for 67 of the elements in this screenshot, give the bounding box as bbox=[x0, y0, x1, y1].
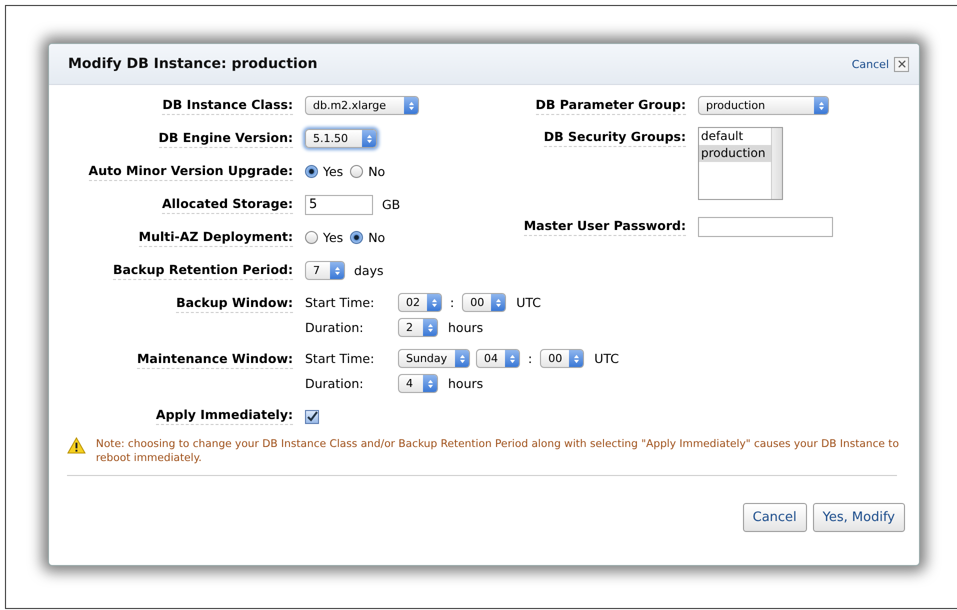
dialog-button[interactable]: Cancel bbox=[742, 503, 807, 532]
dropdown[interactable]: 2 bbox=[398, 318, 438, 337]
stepper-icon bbox=[362, 130, 376, 147]
unit-label: UTC bbox=[594, 351, 619, 366]
field-label: DB Engine Version: bbox=[158, 128, 293, 148]
colon-separator: : bbox=[527, 351, 534, 366]
storage-input[interactable]: 5 bbox=[305, 194, 373, 214]
stepper-icon bbox=[814, 97, 828, 114]
field-label: DB Security Groups: bbox=[544, 127, 686, 147]
radio-label: No bbox=[368, 164, 386, 179]
colon-separator: : bbox=[449, 295, 456, 310]
unit-label: UTC bbox=[516, 295, 541, 310]
dropdown[interactable]: Sunday bbox=[398, 349, 470, 368]
stepper-icon bbox=[330, 262, 344, 279]
dropdown[interactable]: 7 bbox=[305, 261, 345, 280]
unit-label: days bbox=[354, 263, 384, 278]
radio-label: Yes bbox=[323, 164, 344, 179]
field-label: Allocated Storage: bbox=[162, 194, 293, 214]
sub-label: Duration: bbox=[305, 376, 365, 391]
stepper-icon bbox=[404, 97, 418, 114]
field-label: DB Parameter Group: bbox=[536, 95, 686, 115]
sub-label: Duration: bbox=[305, 320, 365, 335]
checkbox[interactable] bbox=[305, 410, 319, 424]
scrollbar[interactable] bbox=[771, 128, 782, 199]
dialog-button[interactable]: Yes, Modify bbox=[812, 503, 905, 532]
list-option[interactable]: production bbox=[699, 145, 771, 162]
password-input[interactable] bbox=[698, 216, 833, 236]
radio-button[interactable] bbox=[305, 165, 318, 178]
unit-label: hours bbox=[448, 376, 484, 391]
radio-label: Yes bbox=[323, 230, 344, 245]
field-label: Apply Immediately: bbox=[156, 405, 293, 425]
stepper-icon bbox=[491, 294, 506, 311]
radio-label: No bbox=[368, 230, 386, 245]
dropdown[interactable]: production bbox=[698, 96, 829, 115]
field-label: Master User Password: bbox=[524, 216, 686, 236]
stepper-icon bbox=[505, 350, 519, 367]
field-label: Maintenance Window: bbox=[136, 349, 293, 369]
unit-label: hours bbox=[448, 320, 484, 335]
dialog-title: Modify DB Instance: production bbox=[68, 56, 318, 72]
field-label: Multi-AZ Deployment: bbox=[138, 227, 293, 247]
dropdown[interactable]: 04 bbox=[476, 349, 520, 368]
stepper-icon bbox=[427, 294, 441, 311]
dropdown[interactable]: 02 bbox=[398, 293, 442, 312]
sub-label: Start Time: bbox=[305, 295, 376, 310]
dropdown[interactable]: 00 bbox=[462, 293, 506, 312]
stepper-icon bbox=[423, 319, 437, 336]
cancel-link[interactable]: Cancel bbox=[852, 58, 889, 70]
warning-note: Note: choosing to change your DB Instance Class and/or Backup Retention Period along with selecting "Apply Immediately" causes your DB Instance to reboot immediately. bbox=[96, 437, 900, 465]
field-label: Auto Minor Version Upgrade: bbox=[88, 161, 293, 181]
field-label: Backup Retention Period: bbox=[112, 260, 293, 280]
stepper-icon bbox=[569, 350, 584, 367]
dropdown[interactable]: db.m2.xlarge bbox=[305, 96, 419, 115]
stepper-icon bbox=[455, 350, 469, 367]
radio-button[interactable] bbox=[350, 165, 364, 178]
stepper-icon bbox=[423, 375, 437, 392]
dropdown[interactable]: 00 bbox=[540, 349, 584, 368]
warning-icon bbox=[67, 437, 86, 454]
dropdown[interactable]: 5.1.50 bbox=[305, 129, 377, 148]
list-option[interactable]: default bbox=[699, 128, 771, 145]
unit-label: GB bbox=[382, 197, 400, 212]
radio-button[interactable] bbox=[305, 231, 318, 244]
radio-button[interactable] bbox=[350, 231, 364, 244]
field-label: DB Instance Class: bbox=[162, 95, 293, 115]
sub-label: Start Time: bbox=[305, 351, 376, 366]
close-icon[interactable] bbox=[894, 56, 909, 72]
field-label: Backup Window: bbox=[176, 293, 293, 313]
dropdown[interactable]: 4 bbox=[398, 374, 438, 393]
